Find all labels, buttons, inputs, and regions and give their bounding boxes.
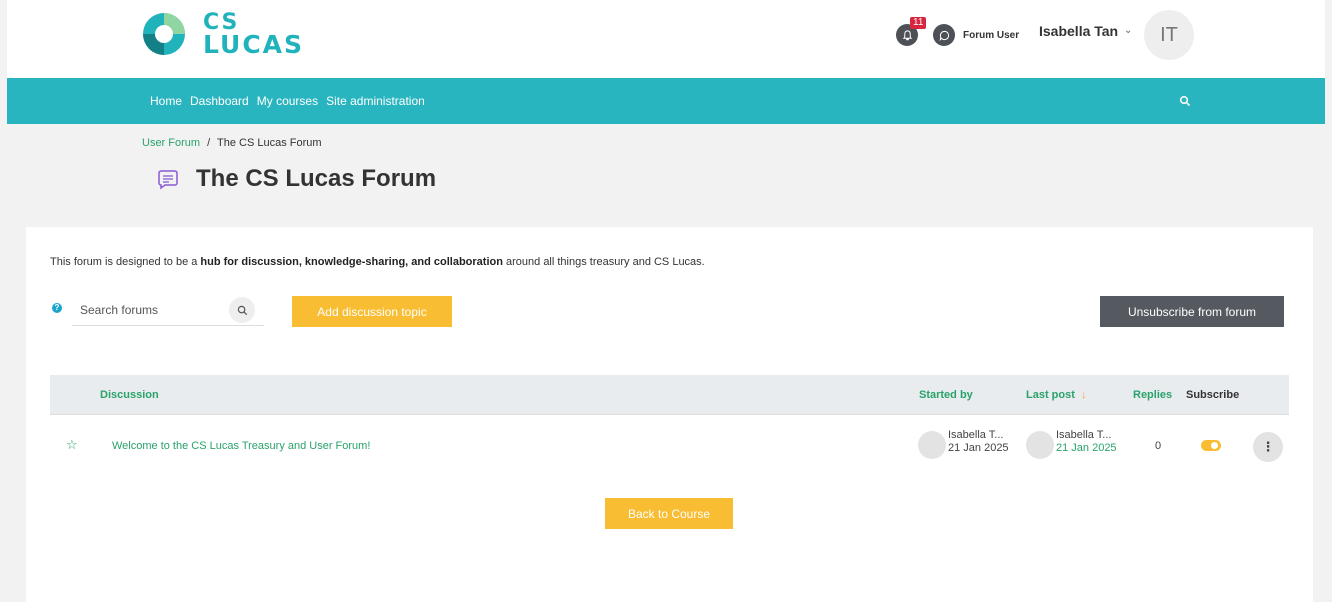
description-text-end: around all things treasury and CS Lucas. xyxy=(502,256,705,268)
subscribe-toggle[interactable] xyxy=(1201,440,1221,451)
forum-card: This forum is designed to be a hub for d… xyxy=(26,227,1313,602)
add-discussion-topic-button[interactable]: Add discussion topic xyxy=(292,296,452,327)
description-highlight: hub for discussion, knowledge-sharing, a… xyxy=(200,256,503,268)
search-forums xyxy=(72,294,264,326)
user-menu-name[interactable]: Isabella Tan xyxy=(1039,23,1118,39)
replies-count[interactable]: 0 xyxy=(1155,440,1161,452)
chat-bubble-icon xyxy=(933,24,955,46)
column-replies[interactable]: Replies xyxy=(1133,389,1172,401)
page-heading: The CS Lucas Forum xyxy=(157,165,436,193)
primary-navigation: Home Dashboard My courses Site administr… xyxy=(7,78,1325,124)
forum-user-label: Forum User xyxy=(963,29,1020,41)
description-text-start: This forum is designed to be a xyxy=(50,256,201,268)
last-post-info: Isabella T... 21 Jan 2025 xyxy=(1056,429,1117,459)
column-last-post[interactable]: Last post ↓ xyxy=(1026,389,1086,401)
chevron-down-icon[interactable]: ⌄ xyxy=(1124,25,1132,36)
started-by-info: Isabella T... 21 Jan 2025 xyxy=(948,429,1009,459)
forum-user-link[interactable]: Forum User xyxy=(933,24,1019,46)
column-subscribe: Subscribe xyxy=(1186,389,1240,401)
user-avatar[interactable]: IT xyxy=(1144,10,1194,60)
discussion-topic-link[interactable]: Welcome to the CS Lucas Treasury and Use… xyxy=(112,440,370,452)
avatar xyxy=(918,431,946,459)
back-to-course-button[interactable]: Back to Course xyxy=(605,498,733,529)
last-post-cell: Isabella T... 21 Jan 2025 xyxy=(1026,429,1117,459)
search-submit-button[interactable] xyxy=(229,297,255,323)
search-forums-input[interactable] xyxy=(80,303,220,317)
discussion-table-header: Discussion Started by Last post ↓ Replie… xyxy=(50,375,1289,415)
breadcrumb-user-forum[interactable]: User Forum xyxy=(142,137,200,149)
star-icon[interactable]: ☆ xyxy=(66,437,78,453)
avatar xyxy=(1026,431,1054,459)
nav-links: Home Dashboard My courses Site administr… xyxy=(150,94,425,108)
last-post-date-link[interactable]: 21 Jan 2025 xyxy=(1056,442,1117,455)
column-discussion[interactable]: Discussion xyxy=(100,389,159,401)
sort-arrow-down-icon: ↓ xyxy=(1080,389,1087,401)
nav-item-dashboard[interactable]: Dashboard xyxy=(190,94,249,108)
nav-item-my-courses[interactable]: My courses xyxy=(257,94,318,108)
search-icon[interactable] xyxy=(1179,95,1191,107)
forum-description: This forum is designed to be a hub for d… xyxy=(50,256,705,268)
column-last-post-label: Last post xyxy=(1026,389,1075,401)
page: CS LUCAS 11 Forum User Isabella Tan ⌄ IT… xyxy=(7,0,1325,602)
nav-item-site-administration[interactable]: Site administration xyxy=(326,94,425,108)
unsubscribe-from-forum-button[interactable]: Unsubscribe from forum xyxy=(1100,296,1284,327)
nav-item-home[interactable]: Home xyxy=(150,94,182,108)
started-by-cell: Isabella T... 21 Jan 2025 xyxy=(918,429,1009,459)
logo-line-2: LUCAS xyxy=(203,30,305,59)
page-title: The CS Lucas Forum xyxy=(196,165,437,192)
search-icon xyxy=(237,305,247,315)
logo-text: CS LUCAS xyxy=(203,12,305,59)
more-actions-icon[interactable]: ⋮ xyxy=(1253,432,1283,462)
help-icon[interactable]: ? xyxy=(52,303,62,313)
breadcrumb-current: The CS Lucas Forum xyxy=(217,137,322,149)
column-started-by[interactable]: Started by xyxy=(919,389,973,401)
cs-lucas-logo[interactable]: CS LUCAS xyxy=(143,12,305,59)
breadcrumb: User Forum / The CS Lucas Forum xyxy=(142,137,322,149)
forum-icon xyxy=(158,170,178,190)
logo-ring-icon xyxy=(143,13,185,55)
started-by-name[interactable]: Isabella T... xyxy=(948,429,1009,442)
table-row: ☆ Welcome to the CS Lucas Treasury and U… xyxy=(50,415,1289,477)
notification-count-badge: 11 xyxy=(910,17,927,29)
last-post-name[interactable]: Isabella T... xyxy=(1056,429,1117,442)
breadcrumb-separator: / xyxy=(207,137,211,149)
started-by-date: 21 Jan 2025 xyxy=(948,442,1009,454)
top-header: CS LUCAS 11 Forum User Isabella Tan ⌄ IT xyxy=(7,0,1325,78)
